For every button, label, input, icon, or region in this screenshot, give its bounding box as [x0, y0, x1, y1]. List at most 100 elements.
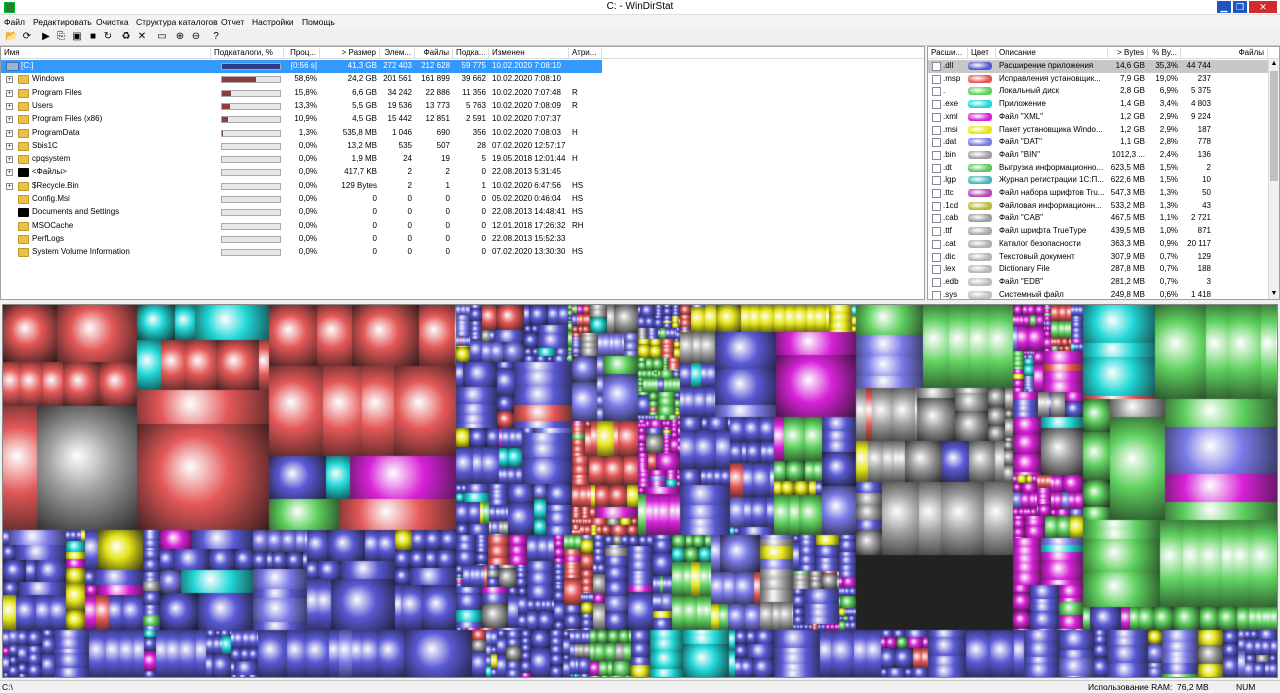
menu-item-6[interactable]: Помощь: [302, 17, 335, 27]
tree-row[interactable]: + Program Files 15,8% 6,6 GB 34 242 22 886 11 …: [1, 87, 602, 100]
extension-column-header-4[interactable]: % By...: [1148, 48, 1181, 59]
extension-row[interactable]: .dat Файл "DAT" 1,1 GB 2,8% 778: [928, 136, 1268, 149]
tree-row[interactable]: + ProgramData 1,3% 535,8 MB 1 046 690 356 10.02…: [1, 127, 602, 140]
extension-row[interactable]: .lex Dictionary File 287,8 MB 0,7% 188: [928, 263, 1268, 276]
zoom-out-icon[interactable]: ⊖: [190, 31, 202, 43]
extension-row[interactable]: . Локальный диск 2,8 GB 6,9% 5 375: [928, 85, 1268, 98]
menu-item-3[interactable]: Структура каталогов: [136, 17, 218, 27]
tree-row[interactable]: [C:] [0:56 s] 41,3 GB 272 403 212 628 59 775 1…: [1, 60, 602, 73]
delete-icon[interactable]: ✕: [136, 31, 148, 43]
tree-row[interactable]: Config.Msi 0,0% 0 0 0 0 05.02.2020 0:46:04 HS: [1, 193, 602, 206]
scroll-thumb[interactable]: [1270, 71, 1278, 181]
rescan-icon[interactable]: ⟳: [21, 31, 33, 43]
menu-item-5[interactable]: Настройки: [252, 17, 294, 27]
tree-row[interactable]: + Users 13,3% 5,5 GB 19 536 13 773 5 763 10.02.…: [1, 100, 602, 113]
menu-item-4[interactable]: Отчет: [221, 17, 244, 27]
play-icon[interactable]: ▶: [40, 31, 52, 43]
extension-row[interactable]: .sys Системный файл 249,8 MB 0,6% 1 418: [928, 289, 1268, 299]
tree-column-header-2[interactable]: Проц...: [284, 48, 320, 59]
tree-cell-subdirs: 1: [481, 180, 486, 190]
tree-column-header-3[interactable]: > Размер: [320, 48, 380, 59]
expand-icon[interactable]: +: [6, 116, 13, 124]
extension-row[interactable]: .msi Пакет установщика Windo... 1,2 GB 2,9%…: [928, 124, 1268, 137]
tree-column-header-8[interactable]: Атри...: [569, 48, 602, 59]
close-button[interactable]: ✕: [1249, 1, 1277, 13]
extension-row[interactable]: .lgp Журнал регистрации 1С:П... 622,6 MB 1,…: [928, 174, 1268, 187]
expand-icon[interactable]: +: [6, 129, 13, 137]
menu-item-0[interactable]: Файл: [4, 17, 25, 27]
tree-column-header-7[interactable]: Изменен: [489, 48, 569, 59]
expand-icon[interactable]: +: [6, 76, 13, 84]
expand-icon[interactable]: +: [6, 142, 13, 150]
maximize-button[interactable]: ❐: [1233, 1, 1247, 13]
extension-row[interactable]: .msp Исправления установщик... 7,9 GB 19,0%…: [928, 73, 1268, 86]
help-icon[interactable]: ?: [210, 31, 222, 43]
expand-icon[interactable]: +: [6, 156, 13, 164]
tree-row[interactable]: + $Recycle.Bin 0,0% 129 Bytes 2 1 1 10.02.2020 …: [1, 180, 602, 193]
extension-files: 2 721: [1190, 213, 1211, 223]
menu-item-2[interactable]: Очистка: [96, 17, 129, 27]
tree-row[interactable]: System Volume Information 0,0% 0 0 0 0 07.02.2…: [1, 246, 602, 259]
extension-row[interactable]: .bin Файл "BIN" 1012,3 ... 2,4% 136: [928, 149, 1268, 162]
tree-cell-files: 0: [445, 207, 450, 217]
extension-row[interactable]: .dt Выгрузка информационно... 623,5 MB 1,5%…: [928, 162, 1268, 175]
extension-column-header-2[interactable]: Описание: [996, 48, 1108, 59]
extension-row[interactable]: .ttf Файл шрифта TrueType 439,5 MB 1,0% 871: [928, 225, 1268, 238]
scroll-up-icon[interactable]: ▲: [1269, 59, 1279, 69]
expand-icon[interactable]: +: [6, 102, 13, 110]
tree-row[interactable]: PerfLogs 0,0% 0 0 0 0 22.08.2013 15:52:33: [1, 233, 602, 246]
tree-cell-pct: 10,9%: [294, 114, 317, 124]
extension-row[interactable]: .1cd Файловая информационн... 533,2 MB 1,3%…: [928, 200, 1268, 213]
extension-files: 43: [1202, 200, 1211, 210]
tree-cell-size: 0: [372, 233, 377, 243]
extension-row[interactable]: .ttc Файл набора шрифтов Tru... 547,3 MB 1,…: [928, 187, 1268, 200]
tree-column-header-1[interactable]: Подкаталоги, %: [211, 48, 284, 59]
expand-icon[interactable]: +: [6, 169, 13, 177]
extension-row[interactable]: .exe Приложение 1,4 GB 3,4% 4 803: [928, 98, 1268, 111]
tree-column-header-5[interactable]: Файлы: [415, 48, 453, 59]
extension-percent: 0,7%: [1159, 264, 1178, 274]
tree-column-header-6[interactable]: Подка...: [453, 48, 489, 59]
zoom-in-icon[interactable]: ⊕: [174, 31, 186, 43]
open-icon[interactable]: 📂: [5, 31, 17, 43]
tree-row[interactable]: + Program Files (x86) 10,9% 4,5 GB 15 442 12 …: [1, 113, 602, 126]
tree-row[interactable]: Documents and Settings 0,0% 0 0 0 0 22.08.2013…: [1, 206, 602, 219]
extension-row[interactable]: .xml Файл "XML" 1,2 GB 2,9% 9 224: [928, 111, 1268, 124]
scroll-down-icon[interactable]: ▼: [1269, 289, 1279, 299]
recycle-icon[interactable]: ♻: [120, 31, 132, 43]
extension-row[interactable]: .edb Файл "EDB" 281,2 MB 0,7% 3: [928, 276, 1268, 289]
extension-row[interactable]: .dic Текстовый документ 307,9 MB 0,7% 129: [928, 251, 1268, 264]
tree-row[interactable]: + cpqsystem 0,0% 1,9 MB 24 19 5 19.05.2018 12:0…: [1, 153, 602, 166]
extension-column-header-1[interactable]: Цвет: [968, 48, 996, 59]
treemap[interactable]: [2, 304, 1278, 678]
extension-column-header-3[interactable]: > Bytes: [1108, 48, 1148, 59]
copy-icon[interactable]: ⎘: [55, 31, 67, 43]
extension-column-header-5[interactable]: Файлы: [1181, 48, 1268, 59]
extension-row[interactable]: .dll Расширение приложения 14,6 GB 35,3% 44 …: [928, 60, 1268, 73]
extension-row[interactable]: .cab Файл "CAB" 467,5 MB 1,1% 2 721: [928, 212, 1268, 225]
menu-bar: Файл Редактировать Очистка Структура катало…: [0, 15, 1280, 29]
expand-icon[interactable]: +: [6, 89, 13, 97]
minimize-button[interactable]: ▁: [1217, 1, 1231, 13]
tree-column-header-4[interactable]: Элем...: [380, 48, 415, 59]
extension-column-header-0[interactable]: Расши...: [928, 48, 968, 59]
menu-item-1[interactable]: Редактировать: [33, 17, 92, 27]
tree-row[interactable]: + Windows 58,6% 24,2 GB 201 561 161 899 39 662…: [1, 73, 602, 86]
new-folder-icon[interactable]: ▭: [156, 31, 168, 43]
explorer-icon[interactable]: ▣: [71, 31, 83, 43]
tree-row[interactable]: MSOCache 0,0% 0 0 0 0 12.01.2018 17:26:32 RH: [1, 220, 602, 233]
tree-row[interactable]: + Sbis1C 0,0% 13,2 MB 535 507 28 07.02.2020 12:…: [1, 140, 602, 153]
expand-icon[interactable]: +: [6, 182, 13, 190]
file-type-icon: [932, 74, 941, 84]
extension-description: Файловая информационн...: [999, 200, 1102, 210]
refresh-icon[interactable]: ↻: [102, 31, 114, 43]
extension-list-pane[interactable]: Расши... Цвет Описание > Bytes% By... Файлы …: [927, 46, 1280, 300]
extension-row[interactable]: .cat Каталог безопасности 363,3 MB 0,9% 20 1…: [928, 238, 1268, 251]
directory-tree-pane[interactable]: Имя Подкаталоги, % Проц... > Размер Элем... Ф…: [0, 46, 925, 300]
extension-scrollbar[interactable]: ▲ ▼: [1268, 59, 1279, 299]
treemap-canvas[interactable]: [3, 305, 1277, 677]
tree-row[interactable]: + <Файлы> 0,0% 417,7 KB 2 2 0 22.08.2013 5:31:4…: [1, 166, 602, 179]
tree-column-header-0[interactable]: Имя: [1, 48, 211, 59]
cmd-icon[interactable]: ■: [87, 31, 99, 43]
subdir-percent-bar-fill: [222, 103, 230, 109]
